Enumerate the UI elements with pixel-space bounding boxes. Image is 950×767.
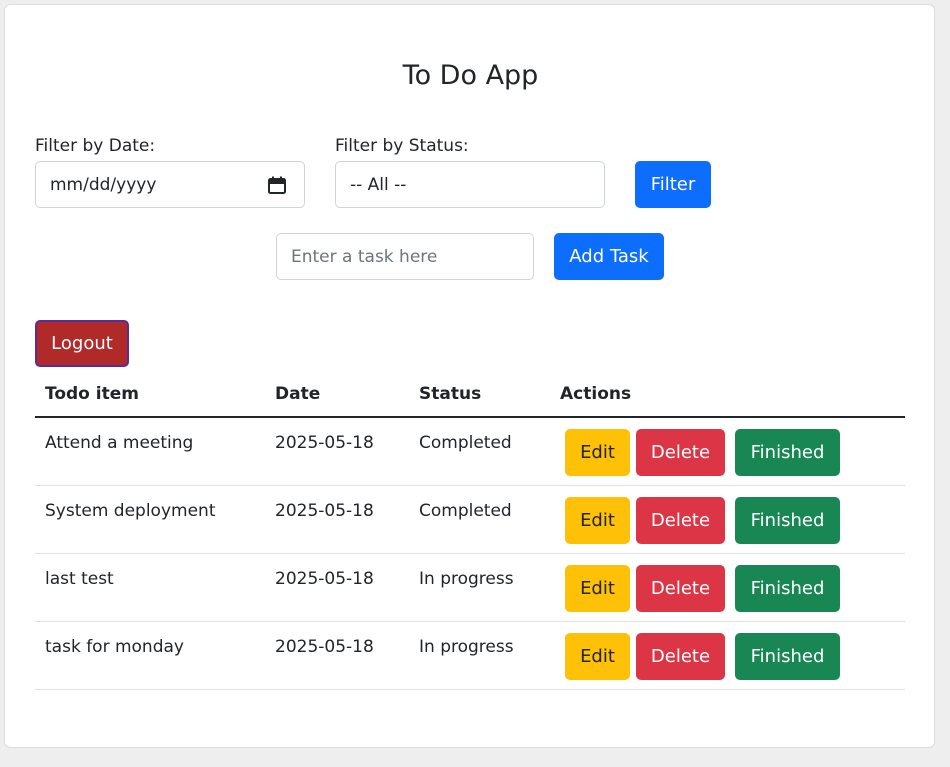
edit-button[interactable]: Edit	[565, 565, 630, 612]
filter-status-select[interactable]: -- All --	[335, 161, 605, 208]
filter-date-placeholder: mm/dd/yyyy	[50, 174, 157, 195]
edit-button[interactable]: Edit	[565, 429, 630, 476]
delete-button[interactable]: Delete	[636, 497, 725, 544]
delete-button[interactable]: Delete	[636, 429, 725, 476]
task-input-placeholder: Enter a task here	[291, 246, 438, 267]
filter-date-input[interactable]: mm/dd/yyyy	[35, 161, 305, 208]
filter-status-label: Filter by Status:	[335, 136, 469, 156]
row-status: Completed	[419, 433, 512, 453]
delete-button[interactable]: Delete	[636, 565, 725, 612]
row-date: 2025-05-18	[275, 637, 374, 657]
row-item: System deployment	[45, 501, 216, 521]
table-header: Todo item Date Status Actions	[35, 373, 905, 418]
add-task-button[interactable]: Add Task	[554, 233, 664, 280]
calendar-icon[interactable]	[268, 176, 286, 194]
page-title: To Do App	[402, 60, 539, 91]
row-item: task for monday	[45, 637, 184, 657]
edit-button[interactable]: Edit	[565, 633, 630, 680]
row-date: 2025-05-18	[275, 433, 374, 453]
row-status: In progress	[419, 569, 514, 589]
header-date: Date	[275, 384, 321, 404]
table-row: task for monday 2025-05-18 In progress E…	[35, 622, 905, 690]
row-item: Attend a meeting	[45, 433, 194, 453]
todo-table: Todo item Date Status Actions Attend a m…	[35, 373, 905, 690]
row-date: 2025-05-18	[275, 501, 374, 521]
table-row: System deployment 2025-05-18 Completed E…	[35, 486, 905, 554]
row-date: 2025-05-18	[275, 569, 374, 589]
filter-status-value: -- All --	[350, 174, 407, 195]
filter-button[interactable]: Filter	[635, 161, 711, 208]
finished-button[interactable]: Finished	[735, 497, 840, 544]
header-status: Status	[419, 384, 482, 404]
table-row: last test 2025-05-18 In progress Edit De…	[35, 554, 905, 622]
header-actions: Actions	[560, 384, 632, 404]
row-item: last test	[45, 569, 114, 589]
edit-button[interactable]: Edit	[565, 497, 630, 544]
delete-button[interactable]: Delete	[636, 633, 725, 680]
header-todo-item: Todo item	[45, 384, 139, 404]
finished-button[interactable]: Finished	[735, 429, 840, 476]
finished-button[interactable]: Finished	[735, 633, 840, 680]
table-row: Attend a meeting 2025-05-18 Completed Ed…	[35, 418, 905, 486]
todo-card: To Do App Filter by Date: mm/dd/yyyy Fil…	[4, 4, 935, 748]
filter-date-label: Filter by Date:	[35, 136, 156, 156]
logout-button[interactable]: Logout	[35, 320, 129, 367]
finished-button[interactable]: Finished	[735, 565, 840, 612]
row-status: Completed	[419, 501, 512, 521]
row-status: In progress	[419, 637, 514, 657]
task-input[interactable]: Enter a task here	[276, 233, 534, 280]
